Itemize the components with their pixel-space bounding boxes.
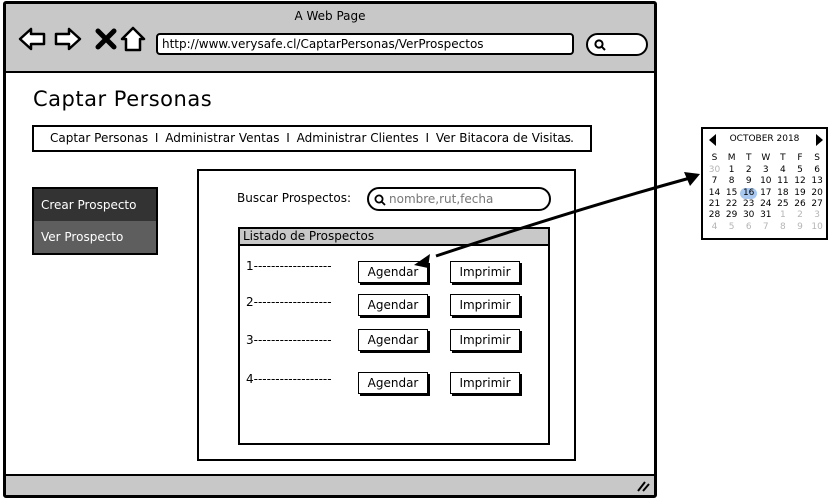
calendar-weekday: S	[711, 153, 718, 163]
list-item-label: 4------------------	[246, 372, 332, 386]
calendar-day[interactable]: 9	[740, 176, 757, 187]
calendar-weekday: W	[761, 153, 771, 163]
calendar-day[interactable]: 21	[706, 199, 723, 210]
print-button[interactable]: Imprimir	[450, 294, 520, 316]
side-nav: Crear Prospecto Ver Prospecto	[32, 187, 158, 255]
menu-more[interactable]: ...	[563, 127, 574, 150]
calendar-weekday: T	[745, 153, 752, 163]
calendar-weekday: M	[727, 153, 736, 163]
calendar-day[interactable]: 2	[740, 165, 757, 176]
search-placeholder: nombre,rut,fecha	[389, 192, 494, 206]
main-menu: Captar Personas I Administrar Ventas I A…	[32, 125, 592, 152]
calendar-day[interactable]: 18	[774, 188, 791, 199]
calendar-day-today[interactable]: 16	[740, 187, 758, 199]
calendar-day[interactable]: 10	[757, 176, 774, 187]
calendar-day[interactable]: 14	[706, 188, 723, 199]
calendar-day[interactable]: 20	[809, 188, 826, 199]
schedule-button[interactable]: Agendar	[358, 261, 428, 283]
search-icon	[374, 194, 386, 206]
date-picker: OCTOBER 2018 S M T W T F S 30 1 2 3 4 5 6 7 8 9 10 11 12 13 1…	[701, 127, 828, 240]
calendar-day[interactable]: 29	[723, 210, 740, 221]
list-item-label: 2------------------	[246, 295, 332, 309]
calendar-day[interactable]: 6	[740, 222, 757, 233]
calendar-day[interactable]: 28	[706, 210, 723, 221]
print-button[interactable]: Imprimir	[450, 261, 520, 283]
calendar-day[interactable]: 31	[757, 210, 774, 221]
calendar-day[interactable]: 6	[809, 165, 826, 176]
calendar-day[interactable]: 4	[774, 165, 791, 176]
menu-separator: I	[425, 131, 429, 145]
next-month-icon[interactable]	[814, 134, 824, 146]
calendar-day[interactable]: 8	[723, 176, 740, 187]
forward-arrow-icon[interactable]	[54, 25, 82, 53]
calendar-day[interactable]: 30	[740, 210, 757, 221]
calendar-day[interactable]: 7	[757, 222, 774, 233]
print-button[interactable]: Imprimir	[450, 372, 520, 394]
search-label: Buscar Prospectos:	[237, 191, 352, 205]
url-bar[interactable]: http://www.verysafe.cl/CaptarPersonas/Ve…	[156, 33, 574, 55]
calendar-day[interactable]: 23	[740, 199, 757, 210]
calendar-day[interactable]: 19	[792, 188, 809, 199]
calendar-day[interactable]: 22	[723, 199, 740, 210]
calendar-day[interactable]: 1	[723, 165, 740, 176]
calendar-day[interactable]: 25	[774, 199, 791, 210]
browser-toolbar: A Web Page http://www.verysafe.cl/Captar…	[6, 4, 654, 73]
menu-item-administrar-clientes[interactable]: Administrar Clientes	[297, 131, 419, 145]
calendar-day[interactable]: 3	[809, 210, 826, 221]
sidenav-item-ver-prospecto[interactable]: Ver Prospecto	[34, 221, 156, 253]
home-icon[interactable]	[119, 25, 147, 53]
calendar-day[interactable]: 11	[774, 176, 791, 187]
menu-item-captar-personas[interactable]: Captar Personas	[50, 131, 148, 145]
search-icon	[594, 39, 606, 51]
menu-item-administrar-ventas[interactable]: Administrar Ventas	[165, 131, 279, 145]
calendar-day[interactable]: 10	[809, 222, 826, 233]
calendar-day[interactable]: 27	[809, 199, 826, 210]
calendar-weekday: S	[814, 153, 820, 163]
calendar-day[interactable]: 4	[706, 222, 723, 233]
calendar-day[interactable]: 13	[809, 176, 826, 187]
menu-separator: I	[154, 131, 159, 145]
list-item-label: 3------------------	[246, 333, 332, 347]
prospects-list: Listado de Prospectos 1-----------------…	[238, 227, 550, 445]
page-title: Captar Personas	[33, 87, 213, 111]
calendar-day[interactable]: 30	[706, 165, 723, 176]
calendar-day[interactable]: 9	[792, 222, 809, 233]
calendar-day[interactable]: 17	[757, 188, 774, 199]
menu-item-ver-bitacora[interactable]: Ver Bitacora de Visitas	[436, 131, 571, 145]
calendar-day[interactable]: 26	[792, 199, 809, 210]
calendar-header: OCTOBER 2018	[703, 131, 826, 147]
list-item-label: 1------------------	[246, 259, 332, 273]
calendar-day[interactable]: 5	[792, 165, 809, 176]
calendar-day[interactable]: 7	[706, 176, 723, 187]
window-title: A Web Page	[294, 9, 366, 23]
status-bar	[6, 474, 654, 495]
calendar-day[interactable]: 1	[774, 210, 791, 221]
print-button[interactable]: Imprimir	[450, 329, 520, 351]
calendar-month: OCTOBER 2018	[729, 134, 800, 144]
calendar-day[interactable]: 12	[792, 176, 809, 187]
calendar-weekday: F	[797, 153, 803, 163]
sidenav-item-crear-prospecto[interactable]: Crear Prospecto	[34, 189, 156, 221]
arrowhead-icon	[684, 172, 700, 186]
prospects-panel: Buscar Prospectos: nombre,rut,fecha List…	[197, 169, 576, 461]
back-arrow-icon[interactable]	[18, 25, 46, 53]
schedule-button[interactable]: Agendar	[358, 372, 428, 394]
menu-separator: I	[286, 131, 290, 145]
calendar-day[interactable]: 15	[723, 188, 740, 199]
schedule-button[interactable]: Agendar	[358, 329, 428, 351]
browser-search-field[interactable]	[586, 33, 648, 56]
calendar-day[interactable]: 8	[774, 222, 791, 233]
schedule-button[interactable]: Agendar	[358, 294, 428, 316]
resize-grip-icon[interactable]	[636, 480, 650, 492]
close-icon[interactable]	[92, 25, 120, 53]
calendar-day[interactable]: 5	[723, 222, 740, 233]
list-title: Listado de Prospectos	[240, 229, 548, 246]
calendar-day[interactable]: 24	[757, 199, 774, 210]
search-input[interactable]: nombre,rut,fecha	[367, 187, 551, 211]
calendar-day[interactable]: 3	[757, 165, 774, 176]
calendar-day[interactable]: 2	[792, 210, 809, 221]
calendar-weekday: T	[780, 153, 786, 163]
